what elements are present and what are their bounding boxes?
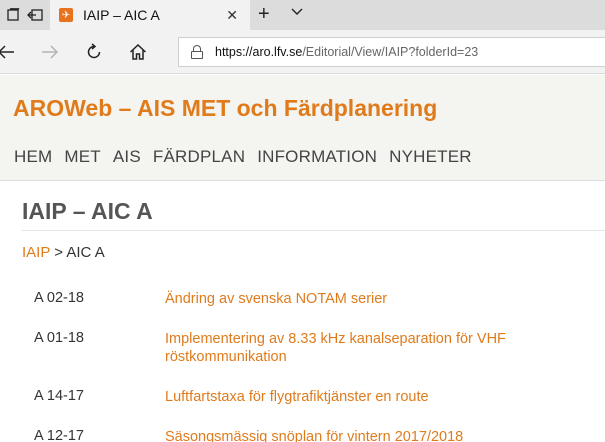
breadcrumb-current: AIC A [66,244,105,261]
document-link[interactable]: Säsongsmässig snöplan för vintern 2017/2… [165,428,565,442]
breadcrumb: IAIP > AIC A [22,244,105,261]
document-code: A 01-18 [34,330,84,346]
document-link[interactable]: Implementering av 8.33 kHz kanalseparati… [165,330,565,366]
nav-item-nyheter[interactable]: NYHETER [389,147,472,167]
browser-tab-active[interactable]: ✈ IAIP – AIC A ✕ [50,0,250,30]
refresh-icon[interactable] [80,38,108,66]
site-title[interactable]: AROWeb – AIS MET och Färdplanering [13,95,437,122]
new-tab-icon[interactable]: + [258,3,270,26]
nav-item-met[interactable]: MET [64,147,100,167]
document-code: A 12-17 [34,428,84,442]
chevron-down-icon[interactable] [290,4,304,21]
url-text: https://aro.lfv.se/Editorial/View/IAIP?f… [215,45,479,59]
browser-toolbar: https://aro.lfv.se/Editorial/View/IAIP?f… [0,30,605,74]
document-link[interactable]: Ändring av svenska NOTAM serier [165,290,565,308]
tab-stack-icon[interactable] [4,0,22,30]
tab-title: IAIP – AIC A [83,7,160,23]
browser-tab-strip: ✈ IAIP – AIC A ✕ + [0,0,605,30]
site-nav: HEM MET AIS FÄRDPLAN INFORMATION NYHETER [14,147,472,167]
nav-item-hem[interactable]: HEM [14,147,52,167]
address-bar[interactable]: https://aro.lfv.se/Editorial/View/IAIP?f… [178,37,605,67]
home-icon[interactable] [124,38,152,66]
title-divider [22,230,605,231]
close-tab-icon[interactable]: ✕ [226,7,238,24]
nav-item-information[interactable]: INFORMATION [257,147,377,167]
breadcrumb-separator: > [54,244,64,261]
forward-arrow-icon[interactable] [36,38,64,66]
site-header: AROWeb – AIS MET och Färdplanering HEM M… [0,75,605,181]
lock-icon [191,45,203,59]
document-code: A 02-18 [34,290,84,306]
back-arrow-icon[interactable] [0,38,20,66]
document-link[interactable]: Luftfartstaxa för flygtrafiktjänster en … [165,388,565,406]
plane-icon: ✈ [59,8,73,22]
page-title: IAIP – AIC A [22,198,153,224]
nav-item-fardplan[interactable]: FÄRDPLAN [153,147,245,167]
document-code: A 14-17 [34,388,84,404]
nav-item-ais[interactable]: AIS [113,147,141,167]
breadcrumb-link-iaip[interactable]: IAIP [22,244,50,261]
tabs-aside-icon[interactable] [24,0,46,30]
